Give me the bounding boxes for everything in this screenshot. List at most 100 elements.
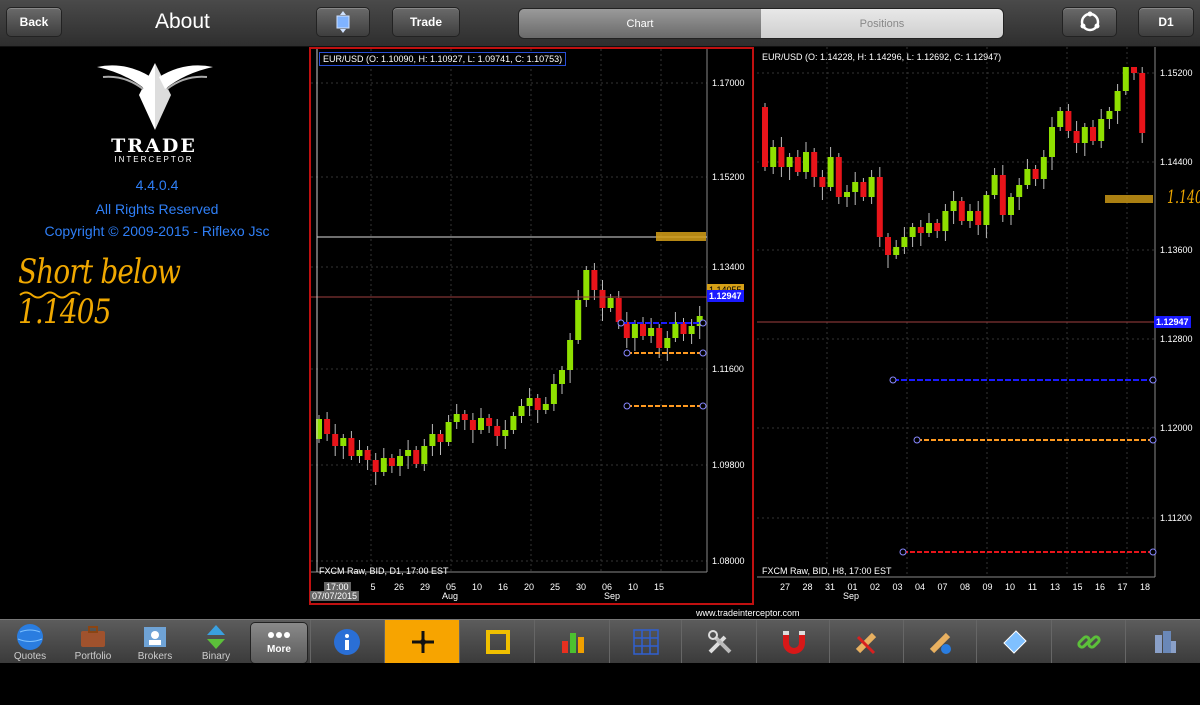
candle-body (397, 456, 403, 466)
candle-body (975, 211, 982, 225)
chart-left[interactable]: 1.17000 1.15200 1.13400 1.11600 1.09800 1.080… (309, 47, 754, 605)
chart-left-header: EUR/USD (O: 1.10090, H: 1.10927, L: 1.09… (319, 52, 567, 66)
website-link[interactable]: www.tradeinterceptor.com (696, 608, 800, 618)
candle-body (461, 414, 468, 420)
nav-brokers[interactable]: Brokers (125, 620, 185, 664)
nav-portfolio-label: Portfolio (74, 651, 112, 662)
date-tick-label: 5 (370, 582, 375, 592)
candle-body (1065, 111, 1072, 131)
eraser-icon (1002, 630, 1027, 654)
date-tick-label: 13 (1050, 582, 1060, 592)
more-dots-icon (268, 632, 290, 638)
nav-portfolio[interactable]: Portfolio (63, 620, 123, 664)
view-tabs: Chart Positions (518, 8, 1004, 39)
date-tick-label: 20 (524, 582, 534, 592)
price-highlight-marker (656, 232, 706, 241)
link-tool[interactable] (1051, 620, 1126, 664)
timeframe-button[interactable]: D1 (1138, 7, 1194, 37)
candle-body (413, 450, 420, 464)
candle-body (494, 426, 501, 436)
date-tick-label: 17 (1117, 582, 1127, 592)
date-tick-label: 16 (1095, 582, 1105, 592)
candle-body (794, 157, 801, 172)
back-button[interactable]: Back (6, 7, 62, 37)
buildings-tool[interactable] (1125, 620, 1200, 664)
crosshair-tool[interactable] (384, 620, 460, 664)
candle-body (917, 227, 924, 233)
candle-body (542, 404, 549, 410)
candle-body (811, 152, 818, 177)
candle-body (934, 223, 941, 231)
candle-body (486, 418, 493, 426)
chart-left-canvas[interactable]: 1.17000 1.15200 1.13400 1.11600 1.09800 1.080… (311, 49, 752, 603)
candle-body (803, 152, 809, 172)
candle-body (885, 237, 891, 255)
settings-tool[interactable] (681, 620, 757, 664)
candle-body (1098, 119, 1105, 141)
date-tick-label: 28 (802, 582, 812, 592)
refresh-button[interactable] (1062, 7, 1117, 37)
price-tick-label: 1.15200 (1160, 68, 1193, 78)
nav-more[interactable]: More (250, 622, 308, 664)
candle-body (348, 438, 355, 456)
candle-body (380, 458, 387, 472)
eraser-tool[interactable] (976, 620, 1052, 664)
candle-body (1008, 197, 1014, 215)
nav-binary[interactable]: Binary (186, 620, 246, 664)
draw-tool[interactable] (829, 620, 904, 664)
level-handle (1149, 436, 1157, 444)
candle-body (324, 419, 331, 434)
candle-body (852, 182, 859, 192)
date-tick-label: 15 (1072, 582, 1082, 592)
alert-draw-tool[interactable] (903, 620, 977, 664)
chart-right-canvas[interactable]: 1.15200 1.14400 1.13600 1.12800 1.12000 1.112… (757, 47, 1200, 580)
candle-body (983, 195, 990, 225)
tab-positions[interactable]: Positions (761, 9, 1003, 38)
indicators-tool[interactable] (534, 620, 610, 664)
candle-body (364, 450, 371, 460)
candle-body (478, 418, 484, 430)
date-tick-label: 10 (628, 582, 638, 592)
candle-body (958, 201, 965, 221)
nav-quotes[interactable]: Quotes (0, 620, 60, 664)
magnet-icon (782, 631, 805, 654)
trade-button[interactable]: Trade (392, 7, 460, 37)
crop-tool[interactable] (459, 620, 535, 664)
settings-tools-icon (707, 630, 731, 654)
pencil-alert-icon (929, 632, 951, 654)
briefcase-icon (81, 626, 105, 647)
date-tick-label: 08 (960, 582, 970, 592)
refresh-cycle-icon (1080, 11, 1099, 32)
date-tick-label: 07 (937, 582, 947, 592)
candle-body (991, 175, 998, 195)
version-text: 4.4.0.4 (135, 177, 179, 193)
candle-body (469, 420, 476, 430)
candle-body (453, 414, 460, 422)
candle-body (688, 326, 695, 334)
candle-body (967, 211, 973, 221)
date-tick-label: 11 (1028, 582, 1037, 592)
tab-chart[interactable]: Chart (519, 9, 761, 38)
grid-tool[interactable] (609, 620, 682, 664)
crop-frame-icon (485, 630, 510, 654)
date-tick-label: 15 (654, 582, 664, 592)
candle-body (421, 446, 428, 464)
magnet-tool[interactable] (756, 620, 830, 664)
level-handle (617, 319, 625, 327)
candle-body (672, 322, 679, 338)
level-handle (623, 402, 631, 410)
move-chart-button[interactable] (316, 7, 370, 37)
level-handle (889, 376, 897, 384)
chart-right[interactable]: 1.15200 1.14400 1.13600 1.12800 1.12000 1.112… (757, 47, 1200, 580)
candle-body (567, 340, 574, 370)
pencil-draw-icon (855, 632, 877, 655)
chart-right-current-price: 1.12947 (1154, 316, 1191, 328)
price-tick-label: 1.11600 (712, 364, 744, 374)
level-handle (623, 349, 631, 357)
info-tool[interactable] (310, 620, 383, 664)
level-handle (699, 402, 707, 410)
nav-more-label: More (267, 644, 291, 655)
chart-right-date-axis: 27 28 31 01 02 03 04 07 08 09 10 11 13 15 16 17 18Sep (780, 582, 1150, 601)
candle-body (372, 460, 379, 472)
candle-body (550, 384, 557, 404)
